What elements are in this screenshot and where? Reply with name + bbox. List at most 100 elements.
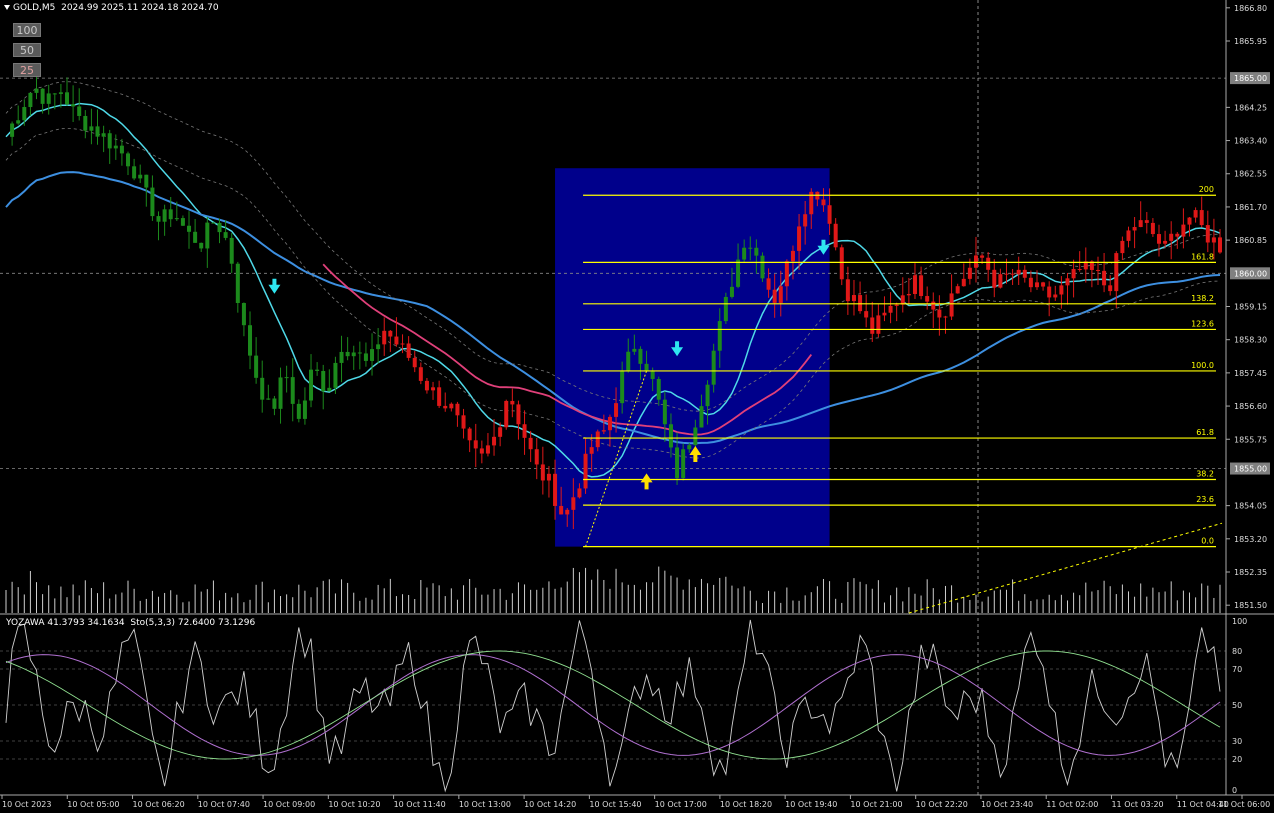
- candle-bull: [912, 275, 917, 295]
- candle-bull: [28, 92, 33, 108]
- candle-bear: [1047, 286, 1052, 298]
- candle-bull: [1163, 240, 1168, 244]
- candle-bull: [1053, 294, 1058, 298]
- time-tick-label: 10 Oct 21:00: [850, 800, 902, 809]
- candle-bull: [382, 330, 387, 345]
- price-chart[interactable]: 200161.8138.2123.6100.061.838.223.60.0 1…: [0, 0, 1274, 813]
- price-tick-label: 1863.40: [1234, 137, 1267, 146]
- price-tick-label: 1855.75: [1234, 435, 1267, 444]
- candle-bear: [193, 231, 198, 243]
- price-tick-label: 1866.80: [1234, 4, 1267, 13]
- candle-bear: [77, 106, 82, 116]
- candle-bear: [156, 216, 161, 222]
- time-tick-label: 10 Oct 18:20: [720, 800, 772, 809]
- candle-bear: [821, 199, 826, 206]
- candle-bear: [522, 424, 527, 438]
- candle-bull: [888, 305, 893, 313]
- candle-bull: [699, 406, 704, 428]
- candle-bull: [449, 403, 454, 409]
- candle-bear: [187, 225, 192, 232]
- fib-level-label: 61.8: [1196, 428, 1214, 437]
- fib-level-label: 38.2: [1196, 470, 1214, 479]
- candle-bear: [357, 352, 362, 354]
- time-tick-label: 10 Oct 10:20: [328, 800, 380, 809]
- candle-bull: [1059, 285, 1064, 295]
- candle-bear: [363, 353, 368, 361]
- candle-bull: [967, 267, 972, 279]
- candle-bear: [1095, 269, 1100, 271]
- candle-bear: [839, 247, 844, 280]
- candle-bear: [211, 222, 216, 224]
- candle-bull: [595, 431, 600, 448]
- candle-bear: [748, 247, 753, 249]
- price-tick-label: 1851.50: [1234, 601, 1267, 610]
- candle-bear: [315, 369, 320, 371]
- candle-bull: [284, 377, 289, 379]
- candle-bear: [1077, 269, 1082, 271]
- candle-bull: [205, 222, 210, 249]
- oscillator-tick-label: 20: [1232, 755, 1242, 764]
- time-tick-label: 11 Oct 03:20: [1111, 800, 1163, 809]
- candle-bull: [778, 286, 783, 303]
- candle-bull: [784, 261, 789, 287]
- oscillator-tick-label: 100: [1232, 617, 1247, 626]
- time-tick-label: 10 Oct 2023: [2, 800, 51, 809]
- candle-bear: [540, 464, 545, 481]
- candle-bear: [668, 424, 673, 448]
- candle-bull: [1120, 240, 1125, 254]
- zoom-50-button[interactable]: 50: [13, 43, 41, 57]
- candle-bull: [1187, 217, 1192, 225]
- candle-bull: [955, 286, 960, 294]
- candle-bear: [925, 296, 930, 302]
- price-tick-label: 1864.25: [1234, 103, 1267, 112]
- candle-bull: [339, 351, 344, 363]
- zoom-25-button[interactable]: 25: [13, 63, 41, 77]
- candle-bear: [766, 278, 771, 290]
- candle-bull: [58, 92, 63, 94]
- candle-bear: [845, 279, 850, 302]
- candle-bull: [790, 250, 795, 262]
- time-tick-label: 10 Oct 05:00: [67, 800, 119, 809]
- candle-bull: [10, 123, 15, 137]
- candle-bear: [412, 357, 417, 368]
- candle-bull: [485, 445, 490, 454]
- candle-bear: [394, 336, 399, 345]
- candle-bull: [626, 351, 631, 371]
- candle-bull: [949, 293, 954, 317]
- candle-bear: [662, 399, 667, 425]
- candle-bull: [693, 427, 698, 446]
- candle-bull: [1132, 227, 1137, 231]
- candle-bear: [931, 301, 936, 310]
- candle-bear: [1144, 220, 1149, 223]
- oscillator-tick-label: 0: [1232, 786, 1237, 795]
- candle-bear: [1150, 222, 1155, 235]
- candle-bull: [431, 387, 436, 391]
- candle-bull: [583, 453, 588, 489]
- zoom-100-button[interactable]: 100: [13, 23, 41, 37]
- price-tick-label: 1858.30: [1234, 336, 1267, 345]
- price-highlight-label: 1860.00: [1234, 269, 1267, 278]
- oscillator-header: YOZAWA 41.3793 34.1634 Sto(5,3,3) 72.640…: [6, 618, 255, 628]
- candle-bear: [461, 415, 466, 429]
- candle-bull: [705, 384, 710, 407]
- candle-bear: [650, 371, 655, 379]
- oscillator-tick-label: 80: [1232, 647, 1242, 656]
- dropdown-icon[interactable]: [4, 5, 10, 10]
- price-tick-label: 1862.55: [1234, 170, 1267, 179]
- candle-bull: [565, 509, 570, 515]
- candle-bear: [406, 343, 411, 358]
- candle-bear: [229, 237, 234, 264]
- candle-bull: [1004, 273, 1009, 275]
- symbol-label: GOLD,M5: [13, 3, 56, 13]
- time-tick-label: 10 Oct 11:40: [394, 800, 446, 809]
- candle-bear: [180, 218, 185, 226]
- candle-bear: [510, 400, 515, 405]
- candle-bear: [150, 187, 155, 217]
- candle-bear: [296, 403, 301, 419]
- price-highlight-label: 1855.00: [1234, 465, 1267, 474]
- chart-header: GOLD,M5 2024.99 2025.11 2024.18 2024.70: [4, 3, 219, 13]
- candle-bear: [638, 348, 643, 364]
- candle-bull: [894, 304, 899, 306]
- candle-bear: [827, 205, 832, 224]
- candle-bear: [992, 269, 997, 288]
